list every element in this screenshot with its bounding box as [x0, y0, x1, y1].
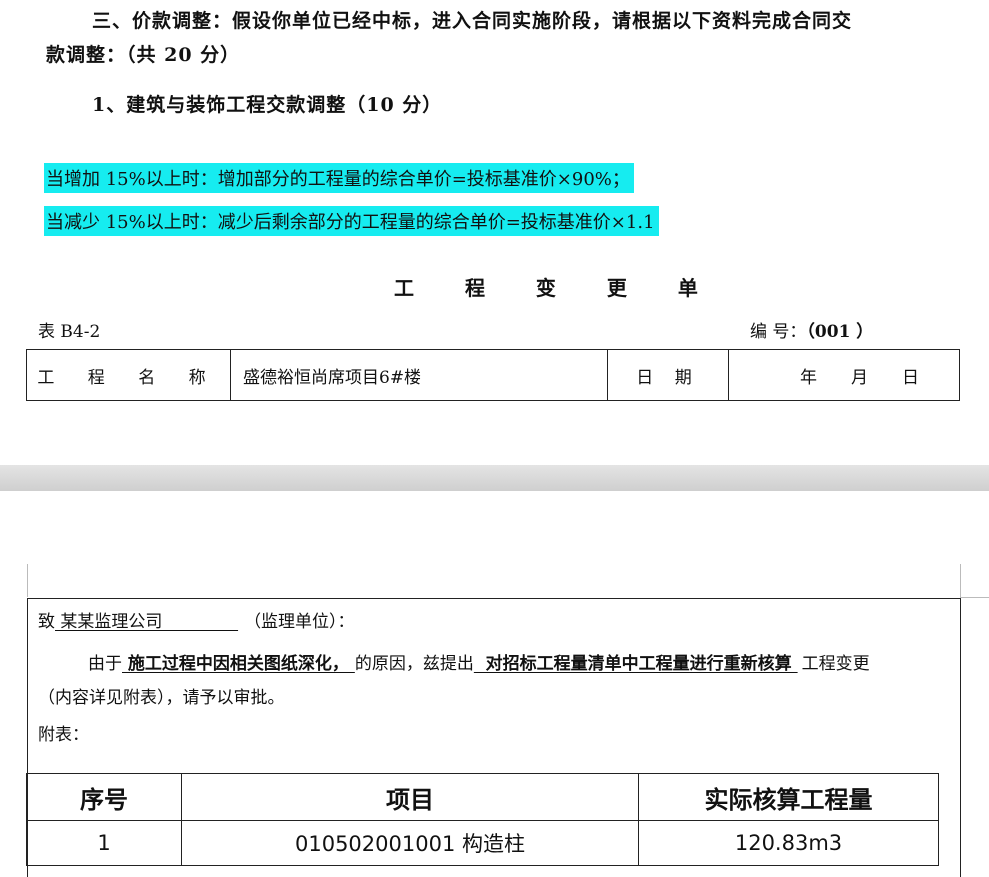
letter-recipient-line: 致 某某监理公司 （监理单位）： — [38, 607, 355, 632]
date-year: 年 — [800, 367, 821, 388]
table-row: 1 010502001001 构造柱 120.83m3 — [26, 820, 939, 866]
crop-mark-left — [27, 564, 28, 597]
serial-label: 编 号： — [750, 322, 807, 342]
recipient-name: 某某监理公司 — [55, 612, 239, 632]
serial-number: 编 号：（001 ） — [750, 317, 873, 342]
section-heading-line1: 三、价款调整：假设你单位已经中标，进入合同实施阶段，请根据以下资料完成合同交 — [92, 10, 853, 32]
table-row: 工 程 名 称 盛德裕恒尚席项目6#楼 日 期 年 月 日 — [26, 349, 960, 401]
project-name-label: 工 程 名 称 — [26, 349, 231, 401]
to-prefix: 致 — [38, 612, 55, 632]
project-info-table: 工 程 名 称 盛德裕恒尚席项目6#楼 日 期 年 月 日 — [26, 349, 960, 401]
page-separator — [0, 465, 989, 491]
letter-line2: （内容详见附表），请予以审批。 — [38, 688, 285, 708]
project-name-value: 盛德裕恒尚席项目6#楼 — [230, 349, 608, 401]
subheading: 1、建筑与装饰工程交款调整（10 分） — [92, 94, 443, 116]
header-quantity: 实际核算工程量 — [638, 773, 939, 821]
reason-prefix: 由于 — [88, 654, 122, 674]
reason-text: 施工过程中因相关图纸深化， — [122, 654, 355, 674]
attachment-label: 附表： — [38, 725, 89, 745]
serial-value: （001 ） — [806, 322, 874, 342]
cell-item: 010502001001 构造柱 — [181, 820, 639, 866]
proposal-suffix: 工程变更 — [801, 654, 870, 674]
date-day: 日 — [902, 367, 923, 388]
section-heading-line2: 款调整：（共 20 分） — [46, 44, 241, 66]
document-page-2: 致 某某监理公司 （监理单位）： 由于 施工过程中因相关图纸深化， 的原因，兹提… — [0, 491, 989, 877]
crop-mark-right — [960, 564, 989, 598]
recipient-role: （监理单位）： — [244, 612, 355, 632]
date-label: 日 期 — [607, 349, 729, 401]
cell-quantity: 120.83m3 — [638, 820, 939, 866]
form-title: 工 程 变 更 单 — [394, 276, 720, 300]
rule-decrease-highlight: 当减少 15%以上时：减少后剩余部分的工程量的综合单价=投标基准价×1.1 — [44, 206, 659, 236]
cell-index: 1 — [26, 820, 182, 866]
attachment-table: 序号 项目 实际核算工程量 1 010502001001 构造柱 120.83m… — [26, 773, 939, 866]
table-header-row: 序号 项目 实际核算工程量 — [26, 773, 939, 821]
letter-reason-line: 由于 施工过程中因相关图纸深化， 的原因，兹提出 对招标工程量清单中工程量进行重… — [88, 649, 870, 674]
proposal-text: 对招标工程量清单中工程量进行重新核算 — [473, 654, 798, 674]
reason-mid: 的原因，兹提出 — [354, 654, 474, 674]
form-code: 表 B4-2 — [38, 322, 101, 342]
document-page-1: 三、价款调整：假设你单位已经中标，进入合同实施阶段，请根据以下资料完成合同交 款… — [0, 0, 989, 465]
header-item: 项目 — [181, 773, 639, 821]
rule-increase-highlight: 当增加 15%以上时：增加部分的工程量的综合单价=投标基准价×90%； — [44, 163, 634, 193]
date-value: 年月日 — [728, 349, 960, 401]
date-month: 月 — [851, 367, 872, 388]
header-index: 序号 — [26, 773, 182, 821]
